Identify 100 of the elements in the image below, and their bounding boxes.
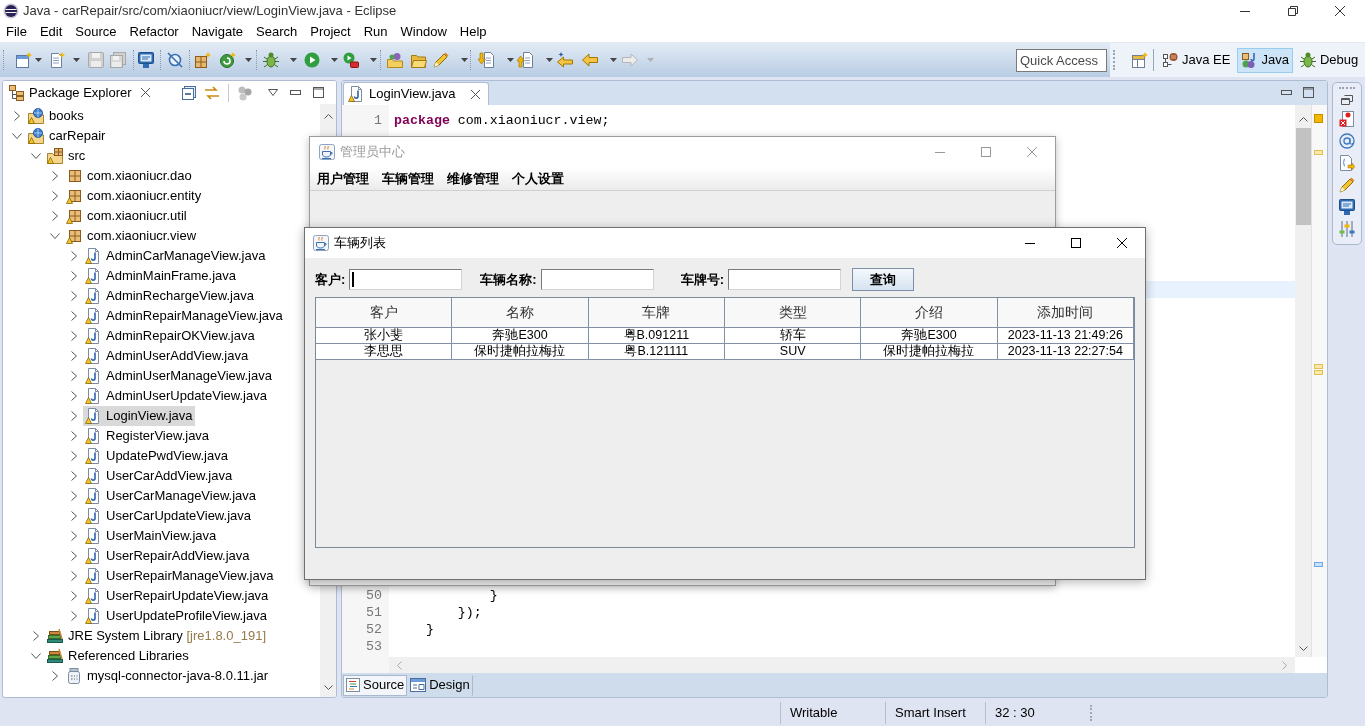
tree-item[interactable]: UpdatePwdView.java (83, 446, 230, 466)
editor-page-tab[interactable]: Source (343, 674, 408, 696)
menu-item[interactable]: Window (400, 22, 447, 42)
input-field[interactable] (349, 269, 463, 290)
collapse-all-icon[interactable] (182, 85, 196, 100)
chevron-right-icon[interactable] (71, 591, 77, 601)
run-icon[interactable] (304, 52, 320, 68)
tree-item[interactable]: UserUpdateProfileView.java (83, 606, 269, 626)
minimize-icon[interactable] (1240, 10, 1250, 12)
warning-marker[interactable] (1314, 150, 1323, 155)
chevron-right-icon[interactable] (71, 611, 77, 621)
crossed-circle-icon[interactable] (167, 52, 183, 68)
design-layout-icon[interactable] (410, 678, 427, 692)
tree-item[interactable]: com.xiaoniucr.view (64, 226, 199, 246)
chevron-right-icon[interactable] (52, 211, 58, 221)
link-arrows-icon[interactable] (204, 84, 220, 101)
chevron-right-icon[interactable] (71, 451, 77, 461)
bug-icon[interactable] (1299, 52, 1316, 68)
tree-item[interactable]: AdminUserUpdateView.java (83, 386, 269, 406)
chevron-right-icon[interactable] (71, 331, 77, 341)
tree-item[interactable]: AdminCarManageView.java (83, 246, 268, 266)
close-icon[interactable] (470, 89, 480, 99)
vertical-scrollbar[interactable] (1295, 105, 1311, 657)
chevron-down-icon[interactable] (1298, 646, 1308, 651)
restore-icon[interactable] (1341, 95, 1353, 105)
chevron-right-icon[interactable] (71, 291, 77, 301)
back-arrow-star-icon[interactable] (557, 52, 573, 68)
chevron-down-icon[interactable] (31, 653, 41, 659)
menu-item[interactable]: Help (459, 22, 487, 42)
tree-item[interactable]: JRE System Library [jre1.8.0_191] (45, 626, 268, 646)
java-perspective-icon[interactable] (1241, 52, 1258, 68)
chevron-right-icon[interactable] (71, 271, 77, 281)
source-lines-icon[interactable] (346, 678, 360, 692)
chevron-up-icon[interactable] (323, 114, 333, 119)
menu-item[interactable]: 个人设置 (512, 168, 564, 189)
open-perspective-icon[interactable] (1132, 52, 1148, 68)
maximize-icon[interactable] (1071, 238, 1081, 248)
tree-item[interactable]: com.xiaoniucr.entity (64, 186, 204, 206)
caret-icon[interactable] (290, 58, 297, 62)
perspective-button[interactable]: Debug (1295, 47, 1363, 73)
perspective-button[interactable]: Java (1237, 47, 1293, 73)
occurrence-marker[interactable] (1314, 562, 1323, 567)
chevron-right-icon[interactable] (71, 411, 77, 421)
caret-icon[interactable] (331, 58, 338, 62)
caret-icon[interactable] (546, 58, 553, 62)
folder-circles-icon[interactable] (387, 52, 403, 68)
tree-item[interactable]: UserCarManageView.java (83, 486, 259, 506)
tree-item[interactable]: UserRepairAddView.java (83, 546, 252, 566)
tree-item[interactable]: UserCarUpdateView.java (83, 506, 253, 526)
chevron-right-icon[interactable] (52, 191, 58, 201)
chevron-right-icon[interactable] (71, 571, 77, 581)
warning-marker[interactable] (1314, 370, 1323, 375)
menu-item[interactable]: Project (310, 22, 351, 42)
at-sign-icon[interactable] (1339, 133, 1355, 149)
caret-icon[interactable] (461, 58, 468, 62)
chevron-right-icon[interactable] (71, 471, 77, 481)
warning-marker[interactable] (1314, 364, 1323, 369)
package-star-icon[interactable] (195, 52, 211, 68)
input-field[interactable] (728, 269, 842, 290)
maximize-icon[interactable] (313, 87, 324, 98)
menu-item[interactable]: Source (75, 22, 117, 42)
menu-item[interactable]: 维修管理 (447, 168, 499, 189)
play-toolbox-icon[interactable] (343, 52, 359, 68)
menu-item[interactable]: File (6, 22, 27, 42)
tree-item[interactable]: com.xiaoniucr.util (64, 206, 189, 226)
tree-item[interactable]: AdminRepairOKView.java (83, 326, 257, 346)
caret-icon[interactable] (35, 58, 42, 62)
chevron-right-icon[interactable] (33, 631, 39, 641)
caret-icon[interactable] (73, 58, 80, 62)
restore-icon[interactable] (1288, 6, 1298, 16)
caret-icon[interactable] (245, 58, 252, 62)
tree-item[interactable]: src (45, 146, 88, 166)
tree-structure-icon[interactable] (9, 84, 25, 101)
tree-item[interactable]: AdminRepairManageView.java (83, 306, 285, 326)
search-button[interactable]: 查询 (852, 268, 915, 291)
menu-item[interactable]: Edit (39, 22, 63, 42)
scrollbar-thumb[interactable] (1295, 128, 1311, 225)
chevron-right-icon[interactable] (71, 391, 77, 401)
pen-icon[interactable] (433, 52, 449, 68)
tree-item[interactable]: LoginView.java (83, 406, 195, 426)
close-icon[interactable] (1335, 6, 1345, 16)
tree-item[interactable]: carRepair (26, 126, 108, 146)
tree-item[interactable]: AdminRechargeView.java (83, 286, 256, 306)
monitor-icon[interactable] (1339, 199, 1355, 215)
chevron-right-icon[interactable] (71, 371, 77, 381)
chevron-right-icon[interactable] (71, 491, 77, 501)
tree-item[interactable]: AdminMainFrame.java (83, 266, 239, 286)
menu-item[interactable]: 用户管理 (317, 168, 369, 189)
editor-tab[interactable]: LoginView.java (343, 82, 489, 105)
new-window-icon[interactable] (16, 52, 32, 68)
tree-item[interactable]: mysql-connector-java-8.0.11.jar (64, 666, 271, 686)
tree-item[interactable]: AdminUserManageView.java (83, 366, 274, 386)
chevron-down-icon[interactable] (12, 133, 22, 139)
caret-icon[interactable] (507, 58, 514, 62)
java-ee-perspective-icon[interactable] (1162, 52, 1178, 68)
tree-item[interactable]: books (26, 106, 86, 126)
caret-icon[interactable] (610, 58, 617, 62)
editor-page-tab[interactable]: Design (407, 674, 473, 696)
chevron-right-icon[interactable] (14, 111, 20, 121)
tree-item[interactable]: com.xiaoniucr.dao (64, 166, 194, 186)
